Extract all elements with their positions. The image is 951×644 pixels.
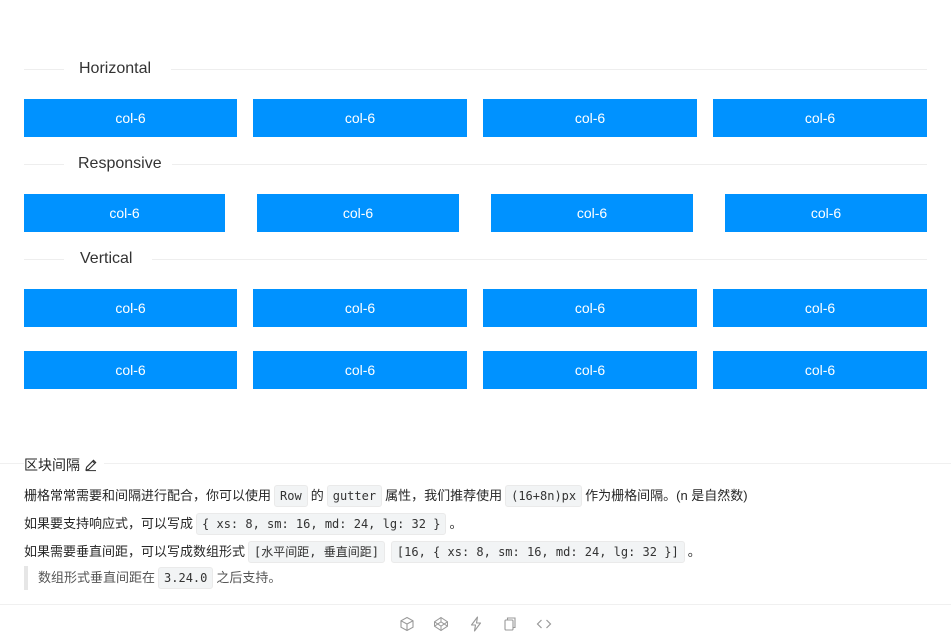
grid-col: col-6 <box>713 351 927 389</box>
grid-col: col-6 <box>24 99 237 137</box>
expand-code-icon[interactable] <box>536 616 552 632</box>
description-line: 栅格常常需要和间隔进行配合，你可以使用 Row 的 gutter 属性，我们推荐使用 (1… <box>24 485 748 507</box>
inline-code: gutter <box>326 485 383 507</box>
text: 。 <box>687 544 701 559</box>
grid-col: col-6 <box>257 194 459 232</box>
grid-col: col-6 <box>725 194 927 232</box>
text: 如果要支持响应式，可以写成 <box>24 516 194 531</box>
stackblitz-icon[interactable] <box>468 616 484 632</box>
grid-col: col-6 <box>483 289 697 327</box>
inline-code: [水平间距, 垂直间距] <box>248 541 385 563</box>
grid-col: col-6 <box>483 351 697 389</box>
text: 作为栅格间隔。(n 是自然数) <box>585 488 748 503</box>
inline-code: Row <box>274 485 308 507</box>
codepen-icon[interactable] <box>433 616 449 632</box>
text: 属性，我们推荐使用 <box>385 488 503 503</box>
grid-row-vertical: col-6 col-6 col-6 col-6 <box>24 351 927 389</box>
grid-row-horizontal: col-6 col-6 col-6 col-6 <box>24 99 927 137</box>
section-title: Vertical <box>80 250 133 267</box>
grid-col: col-6 <box>24 351 237 389</box>
inline-code: [16, { xs: 8, sm: 16, md: 24, lg: 32 }] <box>390 541 685 563</box>
text: 的 <box>310 488 324 503</box>
section-title: Responsive <box>78 155 162 172</box>
codesandbox-icon[interactable] <box>399 616 415 632</box>
description-title-text: 区块间隔 <box>24 457 80 473</box>
actions-divider <box>0 604 951 605</box>
grid-col: col-6 <box>24 194 225 232</box>
description-line: 如果需要垂直间距，可以写成数组形式 [水平间距, 垂直间距] [16, { xs: … <box>24 541 701 563</box>
description-divider <box>0 463 951 464</box>
grid-col: col-6 <box>713 289 927 327</box>
divider-vertical: Vertical <box>24 248 927 270</box>
copy-icon[interactable] <box>502 616 518 632</box>
inline-code: { xs: 8, sm: 16, md: 24, lg: 32 } <box>196 513 447 535</box>
grid-col: col-6 <box>253 351 467 389</box>
description-title: 区块间隔 <box>24 455 104 475</box>
divider-responsive: Responsive <box>24 153 927 175</box>
inline-code: 3.24.0 <box>158 567 214 589</box>
grid-row-responsive: col-6 col-6 col-6 col-6 <box>24 194 927 232</box>
grid-row-vertical: col-6 col-6 col-6 col-6 <box>24 289 927 327</box>
section-title: Horizontal <box>79 60 152 77</box>
code-actions <box>0 612 951 636</box>
description-line: 如果要支持响应式，可以写成{ xs: 8, sm: 16, md: 24, lg… <box>24 513 462 535</box>
text: 栅格常常需要和间隔进行配合，你可以使用 <box>24 488 272 503</box>
text: 如果需要垂直间距，可以写成数组形式 <box>24 544 246 559</box>
text: 。 <box>449 516 463 531</box>
edit-icon[interactable] <box>84 457 98 472</box>
grid-col: col-6 <box>483 99 697 137</box>
text: 之后支持。 <box>216 570 282 585</box>
text: 数组形式垂直间距在 <box>38 570 156 585</box>
grid-col: col-6 <box>491 194 693 232</box>
grid-col: col-6 <box>713 99 927 137</box>
inline-code: (16+8n)px <box>505 485 583 507</box>
blockquote-note: 数组形式垂直间距在 3.24.0 之后支持。 <box>24 566 281 590</box>
grid-col: col-6 <box>253 99 467 137</box>
grid-col: col-6 <box>24 289 237 327</box>
grid-col: col-6 <box>253 289 467 327</box>
divider-horizontal: Horizontal <box>24 58 927 80</box>
